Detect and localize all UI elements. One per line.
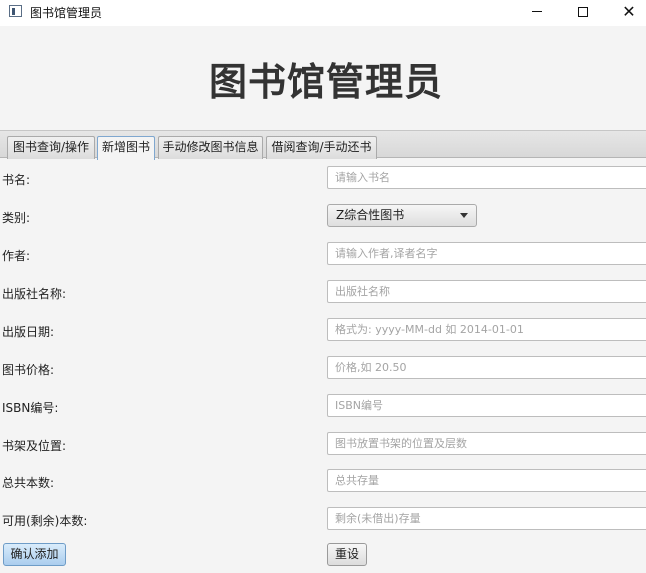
reset-button[interactable]: 重设 [327,543,367,566]
header: 图书馆管理员 [0,26,646,130]
category-select[interactable]: Z综合性图书 [327,204,477,227]
window-titlebar: 图书馆管理员 ✕ [0,0,646,26]
tab-bar: 图书查询/操作 新增图书 手动修改图书信息 借阅查询/手动还书 [0,130,646,160]
close-button[interactable]: ✕ [606,0,646,26]
window-title: 图书馆管理员 [30,6,103,20]
price-label: 图书价格: [2,363,55,377]
page-title: 图书馆管理员 [208,60,443,104]
category-label: 类别: [2,211,31,225]
minimize-button[interactable] [514,0,560,26]
isbn-input[interactable] [327,394,646,417]
isbn-label: ISBN编号: [2,401,59,415]
maximize-icon [578,6,588,17]
app-icon [9,5,22,17]
available-copies-label: 可用(剩余)本数: [2,514,88,528]
confirm-add-button[interactable]: 确认添加 [3,543,66,566]
publish-date-input[interactable] [327,318,646,341]
price-input[interactable] [327,356,646,379]
tab-add-book[interactable]: 新增图书 [97,136,155,160]
minimize-icon [532,11,542,12]
publisher-input[interactable] [327,280,646,303]
shelf-input[interactable] [327,432,646,455]
title-label: 书名: [2,173,31,187]
maximize-button[interactable] [560,0,606,26]
publisher-label: 出版社名称: [2,287,67,301]
available-copies-input[interactable] [327,507,646,530]
author-input[interactable] [327,242,646,265]
category-value: Z综合性图书 [336,208,405,222]
title-input[interactable] [327,166,646,189]
tab-borrow-query[interactable]: 借阅查询/手动还书 [266,136,377,159]
author-label: 作者: [2,249,31,263]
shelf-label: 书架及位置: [2,439,67,453]
tab-book-query[interactable]: 图书查询/操作 [7,136,95,159]
tab-edit-book[interactable]: 手动修改图书信息 [158,136,263,159]
publish-date-label: 出版日期: [2,325,55,339]
total-copies-input[interactable] [327,469,646,492]
chevron-down-icon [460,213,468,218]
total-copies-label: 总共本数: [2,476,55,490]
close-icon: ✕ [622,2,636,21]
